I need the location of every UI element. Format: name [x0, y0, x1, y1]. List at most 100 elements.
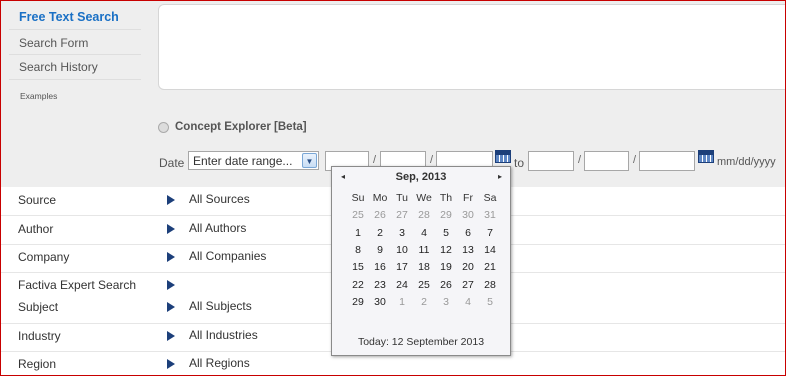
weekday-header: Th — [439, 192, 453, 204]
filter-value[interactable]: All Subjects — [189, 299, 252, 313]
calendar-day[interactable]: 6 — [457, 227, 479, 239]
calendar-day[interactable]: 11 — [413, 244, 435, 256]
calendar-day[interactable]: 20 — [457, 261, 479, 273]
calendar-day[interactable]: 12 — [435, 244, 457, 256]
expand-arrow-icon[interactable] — [167, 224, 175, 234]
calendar-day[interactable]: 29 — [347, 296, 369, 308]
filter-value[interactable]: All Sources — [189, 192, 250, 206]
calendar-day[interactable]: 31 — [479, 209, 501, 221]
search-panel: Free Text Search Search Form Search Hist… — [1, 1, 785, 187]
nav-search-form[interactable]: Search Form — [19, 36, 88, 50]
nav-divider — [9, 79, 141, 80]
calendar-day[interactable]: 25 — [347, 209, 369, 221]
expand-arrow-icon[interactable] — [167, 302, 175, 312]
search-query-textarea[interactable] — [158, 4, 785, 90]
concept-explorer-label: Concept Explorer [Beta] — [175, 121, 307, 133]
calendar-day[interactable]: 14 — [479, 244, 501, 256]
expand-arrow-icon[interactable] — [167, 252, 175, 262]
calendar-day[interactable]: 13 — [457, 244, 479, 256]
app-frame: Free Text Search Search Form Search Hist… — [0, 0, 786, 376]
date-separator: / — [633, 154, 637, 166]
examples-link[interactable]: Examples — [20, 91, 57, 101]
expand-arrow-icon[interactable] — [167, 359, 175, 369]
weekday-header: Tu — [396, 192, 408, 204]
calendar-day[interactable]: 10 — [391, 244, 413, 256]
calendar-day[interactable]: 30 — [369, 296, 391, 308]
weekday-header: Su — [351, 192, 365, 204]
nav-divider — [9, 29, 141, 30]
calendar-day[interactable]: 5 — [435, 227, 457, 239]
calendar-day[interactable]: 3 — [391, 227, 413, 239]
calendar-day[interactable]: 26 — [369, 209, 391, 221]
calendar-day[interactable]: 16 — [369, 261, 391, 273]
calendar-day[interactable]: 5 — [479, 296, 501, 308]
filter-label: Source — [18, 193, 57, 207]
date-separator: / — [373, 154, 377, 166]
calendar-day[interactable]: 1 — [391, 296, 413, 308]
nav-search-history[interactable]: Search History — [19, 60, 98, 74]
to-year-input[interactable] — [639, 151, 695, 171]
calendar-day[interactable]: 4 — [457, 296, 479, 308]
calendar-day[interactable]: 21 — [479, 261, 501, 273]
calendar-month-label: Sep, 2013 — [395, 171, 447, 183]
nav-free-text-search[interactable]: Free Text Search — [19, 10, 119, 24]
calendar-day[interactable]: 2 — [369, 227, 391, 239]
weekday-header: We — [416, 192, 432, 204]
expand-arrow-icon[interactable] — [167, 280, 175, 290]
calendar-day[interactable]: 9 — [369, 244, 391, 256]
calendar-day[interactable]: 29 — [435, 209, 457, 221]
calendar-day[interactable]: 25 — [413, 279, 435, 291]
date-picker-popup: ◂ Sep, 2013 ▸ Su Mo Tu We Th Fr Sa 25 26 27 28 29 30… — [331, 166, 511, 356]
calendar-day[interactable]: 27 — [457, 279, 479, 291]
calendar-day[interactable]: 24 — [391, 279, 413, 291]
chevron-down-icon[interactable]: ▼ — [302, 153, 317, 168]
calendar-day[interactable]: 28 — [413, 209, 435, 221]
expand-arrow-icon[interactable] — [167, 331, 175, 341]
calendar-day[interactable]: 18 — [413, 261, 435, 273]
date-separator: / — [578, 154, 582, 166]
calendar-day[interactable]: 15 — [347, 261, 369, 273]
to-label: to — [514, 156, 525, 170]
expand-arrow-icon[interactable] — [167, 195, 175, 205]
filter-label: Industry — [18, 329, 61, 343]
to-month-input[interactable] — [528, 151, 574, 171]
filter-label: Company — [18, 250, 70, 264]
calendar-day[interactable]: 1 — [347, 227, 369, 239]
today-link[interactable]: Today: 12 September 2013 — [332, 336, 510, 348]
calendar-day[interactable]: 17 — [391, 261, 413, 273]
calendar-day[interactable]: 19 — [435, 261, 457, 273]
concept-explorer-radio[interactable] — [158, 121, 169, 133]
calendar-day[interactable]: 28 — [479, 279, 501, 291]
to-day-input[interactable] — [584, 151, 629, 171]
filter-label: Region — [18, 357, 57, 371]
weekday-header: Mo — [372, 192, 388, 204]
nav-divider — [9, 54, 141, 55]
filter-value[interactable]: All Regions — [189, 356, 250, 370]
filter-value[interactable]: All Industries — [189, 328, 258, 342]
date-format-hint: mm/dd/yyyy — [717, 156, 776, 168]
calendar-day[interactable]: 2 — [413, 296, 435, 308]
next-month-icon[interactable]: ▸ — [498, 172, 502, 181]
calendar-day[interactable]: 4 — [413, 227, 435, 239]
calendar-day[interactable]: 22 — [347, 279, 369, 291]
concept-explorer-option[interactable]: Concept Explorer [Beta] — [158, 121, 307, 133]
filter-label: Author — [18, 222, 54, 236]
calendar-icon[interactable] — [495, 150, 511, 163]
calendar-day[interactable]: 23 — [369, 279, 391, 291]
calendar-day[interactable]: 27 — [391, 209, 413, 221]
calendar-day[interactable]: 8 — [347, 244, 369, 256]
calendar-day[interactable]: 30 — [457, 209, 479, 221]
calendar-day[interactable]: 3 — [435, 296, 457, 308]
date-label: Date — [159, 156, 185, 170]
filter-value[interactable]: All Companies — [189, 249, 266, 263]
calendar-day[interactable]: 26 — [435, 279, 457, 291]
filter-value[interactable]: All Authors — [189, 221, 246, 235]
date-range-select[interactable]: Enter date range... ▼ — [188, 151, 319, 170]
date-range-select-value: Enter date range... — [193, 154, 293, 168]
weekday-header: Sa — [483, 192, 497, 204]
calendar-day[interactable]: 7 — [479, 227, 501, 239]
calendar-icon[interactable] — [698, 150, 714, 163]
filter-label: Subject — [18, 300, 59, 314]
filter-label: Factiva Expert Search — [18, 278, 137, 292]
weekday-header: Fr — [463, 192, 473, 204]
